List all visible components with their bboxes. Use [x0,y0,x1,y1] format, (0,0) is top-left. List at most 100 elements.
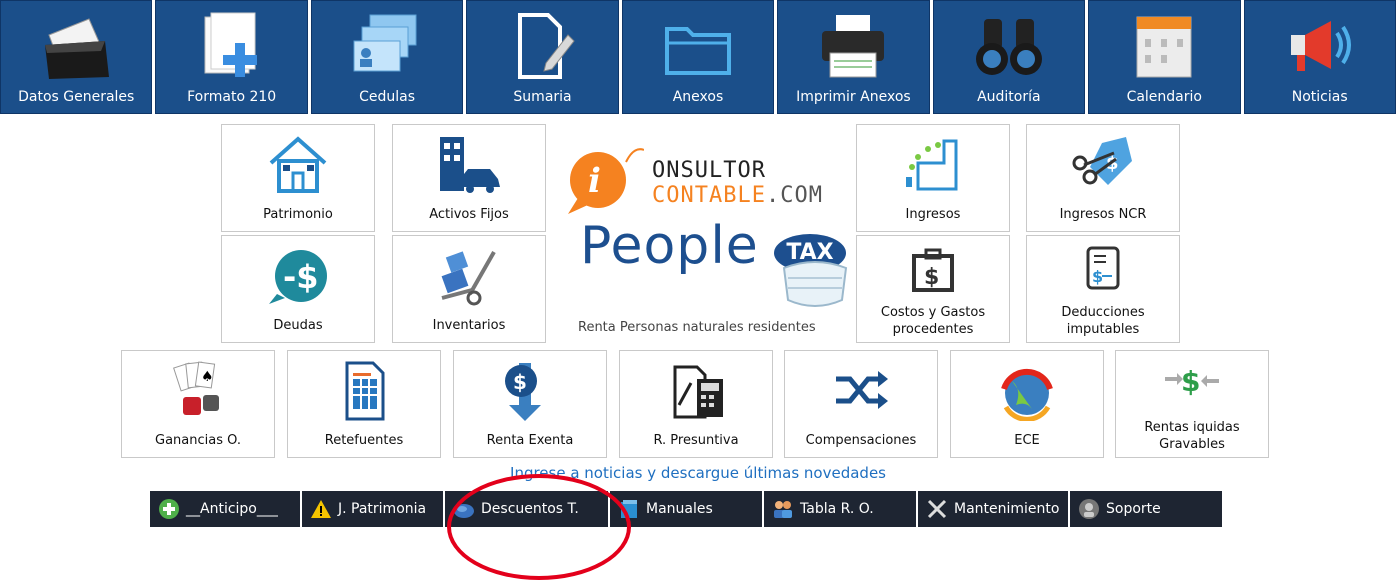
nav-label: Sumaria [513,89,572,105]
toolbar-label: Manuales [646,501,713,517]
logo-line2: CONTABLE.COM [652,183,823,208]
hand-truck-icon [441,251,496,306]
document-calculator-icon [673,365,723,419]
price-tag-scissors-icon: $ [1072,137,1132,185]
tile-compensaciones[interactable]: Compensaciones [784,350,938,458]
info-bubble-icon: i [568,148,644,214]
toolbar-label: J. Patrimonia [338,501,427,517]
tile-label: R. Presuntiva [653,433,739,448]
dollar-exchange-icon: $ [1165,365,1219,398]
nav-sumaria[interactable]: Sumaria [466,0,619,114]
tools-icon [927,499,947,519]
nav-formato-210[interactable]: Formato 210 [155,0,308,114]
nav-calendario[interactable]: Calendario [1088,0,1241,114]
nav-label: Calendario [1126,89,1202,105]
logo-contable: CONTABLE [652,183,766,208]
printer-icon [822,15,885,78]
tile-label: Compensaciones [805,433,917,448]
j-patrimonia-button[interactable]: J. Patrimonia [302,491,445,527]
svg-text:♠: ♠ [201,369,214,385]
anticipo-button[interactable]: __Anticipo___ [150,491,302,527]
tile-label: Ingresos NCR [1059,207,1147,222]
tile-label: Deudas [273,318,323,333]
users-icon [774,501,792,518]
house-icon [269,136,327,193]
calendar-icon [1136,16,1192,78]
tile-label: Retefuentes [324,433,404,448]
document-plus-icon [204,12,257,77]
highlight-circle [447,474,631,580]
news-link[interactable]: Ingrese a noticias y descargue últimas n… [0,464,1396,482]
top-navigation: Datos Generales Formato 210 Cedulas Suma… [0,0,1396,114]
tile-label: Patrimonio [263,207,333,222]
plus-circle-icon [159,499,179,519]
tile-label: ECE [1014,433,1040,448]
bottom-toolbar: __Anticipo___ J. Patrimonia Descuentos T… [150,491,1222,527]
tile-renta-exenta[interactable]: $ Renta Exenta [453,350,607,458]
tile-ingresos[interactable]: Ingresos [856,124,1010,232]
brand-name: People [580,216,759,276]
briefcase-dollar-icon: $ [912,248,954,292]
nav-label: Anexos [672,89,724,105]
tile-retefuentes[interactable]: Retefuentes [287,350,441,458]
nav-label: Datos Generales [18,89,135,105]
tile-inventarios[interactable]: Inventarios [392,235,546,343]
spreadsheet-icon [345,361,385,421]
face-mask-icon [782,261,848,307]
nav-imprimir-anexos[interactable]: Imprimir Anexos [777,0,930,114]
receipt-checklist-icon: $ [1086,246,1120,290]
toolbar-label: Mantenimiento [954,501,1060,517]
tile-deudas[interactable]: -$ Deudas [221,235,375,343]
tile-patrimonio[interactable]: Patrimonio [221,124,375,232]
tabla-ro-button[interactable]: Tabla R. O. [764,491,918,527]
document-pencil-icon [517,13,575,79]
megaphone-icon [1290,21,1351,71]
logo-subtitle: Renta Personas naturales residentes [578,320,816,335]
tile-label: Activos Fijos [429,207,509,222]
manuales-button[interactable]: Manuales [610,491,764,527]
cards-dice-icon: ♠ [173,361,219,415]
nav-noticias[interactable]: Noticias [1243,0,1396,114]
folder-icon [664,27,731,75]
consultor-contable-logo: i ONSULTOR CONTABLE.COM People TAX Renta… [560,130,850,345]
tile-ece[interactable]: ECE [950,350,1104,458]
tile-ingresos-ncr[interactable]: $ Ingresos NCR [1026,124,1180,232]
toolbar-label: Tabla R. O. [800,501,874,517]
svg-text:i: i [588,161,601,201]
toolbar-label: __Anticipo___ [186,501,278,517]
dollar-down-arrow-icon: $ [505,363,541,421]
logo-com: .COM [765,183,823,208]
mantenimiento-button[interactable]: Mantenimiento [918,491,1070,527]
support-icon [1079,499,1099,519]
tile-r-presuntiva[interactable]: R. Presuntiva [619,350,773,458]
tile-costos-gastos[interactable]: $ Costos y Gastos procedentes [856,235,1010,343]
soporte-button[interactable]: Soporte [1070,491,1222,527]
tile-rentas-liquidas[interactable]: $ Rentas iquidas Gravables [1115,350,1269,458]
svg-text:$: $ [924,265,939,290]
nav-cedulas[interactable]: Cedulas [310,0,464,114]
nav-datos-generales[interactable]: Datos Generales [0,0,153,114]
tile-deducciones[interactable]: $ Deducciones imputables [1026,235,1180,343]
nav-auditoria[interactable]: Auditoría [932,0,1086,114]
book-icon [621,500,637,518]
svg-text:$: $ [513,370,527,394]
svg-text:$: $ [1092,267,1103,286]
svg-text:$: $ [1181,365,1200,398]
nav-label: Auditoría [977,89,1041,105]
tile-ganancias[interactable]: ♠ Ganancias O. [121,350,275,458]
nav-label: Imprimir Anexos [796,89,911,105]
binoculars-icon [975,19,1042,75]
id-cards-icon [353,14,417,72]
nav-anexos[interactable]: Anexos [621,0,775,114]
toolbar-label: Descuentos T. [481,501,579,517]
cash-register-icon [906,139,958,191]
nav-label: Noticias [1291,89,1348,105]
svg-text:-$: -$ [283,258,319,296]
tile-label: Costos y Gastos procedentes [880,305,986,337]
building-car-icon [440,137,500,193]
tile-activos-fijos[interactable]: Activos Fijos [392,124,546,232]
descuentos-button[interactable]: Descuentos T. [445,491,610,527]
nav-label: Formato 210 [187,89,277,105]
tile-label: Ganancias O. [155,433,241,448]
tile-label: Rentas iquidas Gravables [1144,420,1240,452]
